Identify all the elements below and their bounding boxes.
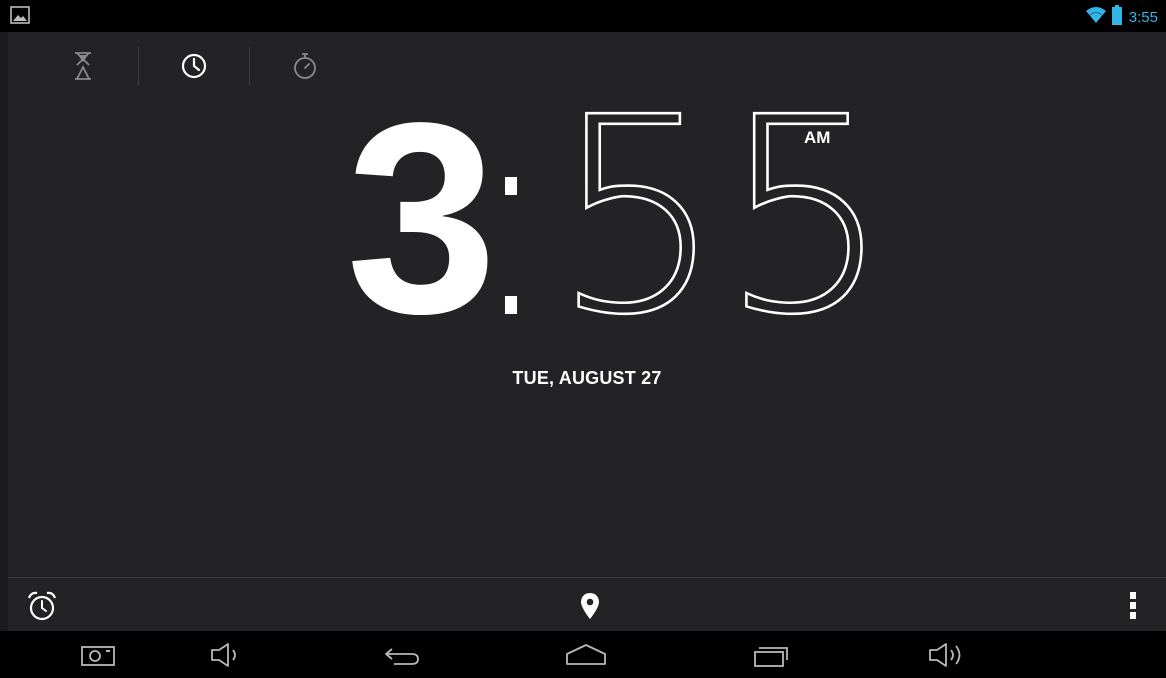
recent-apps-icon: [754, 647, 788, 667]
back-button[interactable]: [372, 637, 432, 673]
hourglass-icon: [75, 52, 91, 80]
home-button[interactable]: [556, 637, 616, 673]
recent-apps-button[interactable]: [740, 637, 800, 673]
volume-down-icon: [211, 643, 236, 667]
volume-up-button[interactable]: [916, 637, 976, 673]
screen: 3:55 3 55 AM TUE, AUGUST 27: [0, 0, 1166, 678]
stopwatch-icon: [294, 53, 316, 79]
status-icons: 3:55: [1085, 5, 1158, 29]
date-label: TUE, AUGUST 27: [512, 368, 662, 388]
tab-clock[interactable]: [139, 46, 249, 86]
tab-bar: [28, 46, 360, 86]
screenshot-button[interactable]: [68, 637, 128, 673]
clock-separator: [502, 177, 518, 314]
volume-down-button[interactable]: [196, 637, 256, 673]
home-icon: [566, 644, 606, 665]
cities-button[interactable]: [570, 588, 610, 624]
alarm-button[interactable]: [22, 588, 62, 624]
wifi-icon: [1085, 6, 1107, 28]
tab-stopwatch[interactable]: [250, 46, 360, 86]
volume-up-icon: [929, 643, 961, 667]
clock-icon: [181, 53, 207, 79]
battery-icon: [1111, 5, 1123, 29]
gallery-icon[interactable]: [10, 6, 30, 28]
clock-minutes: 55: [551, 59, 893, 374]
clock-app: 3 55 AM TUE, AUGUST 27: [8, 32, 1166, 631]
digital-clock[interactable]: 3 55 AM: [8, 80, 1166, 370]
screenshot-icon: [81, 646, 115, 666]
location-pin-icon: [581, 593, 599, 619]
clock-ampm: AM: [804, 128, 831, 147]
overflow-menu-button[interactable]: [1118, 588, 1148, 624]
navigation-bar: [0, 631, 1166, 678]
status-bar: 3:55: [0, 0, 1166, 32]
alarm-icon: [27, 591, 57, 621]
status-time: 3:55: [1128, 8, 1158, 26]
back-icon: [385, 648, 419, 665]
tab-timer[interactable]: [28, 46, 138, 86]
overflow-menu-icon: [1130, 592, 1136, 619]
clock-hour: 3: [346, 66, 497, 370]
bottom-action-bar: [8, 578, 1166, 631]
